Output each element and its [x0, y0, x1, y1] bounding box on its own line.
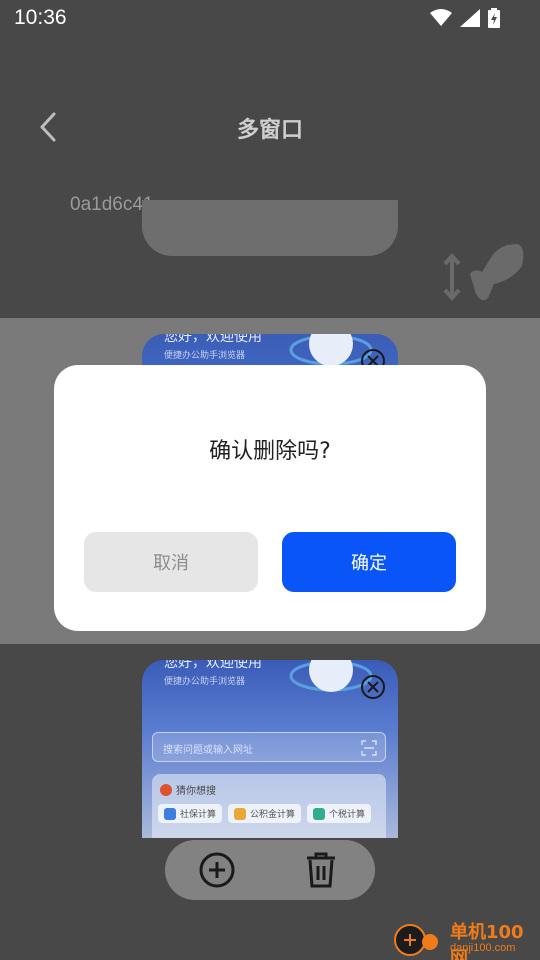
- bottom-toolbar: [165, 840, 375, 900]
- confirm-dialog: 确认删除吗? 取消 确定: [54, 365, 486, 631]
- window-card[interactable]: 您好，欢迎使用 便捷办公助手浏览器 搜索问题或输入网址 猜你想搜 社保计算 公积…: [142, 660, 398, 838]
- add-window-icon[interactable]: [197, 850, 237, 890]
- status-icons: [430, 8, 500, 28]
- chip-social-security: 社保计算: [158, 804, 223, 823]
- watermark: 单机100网 danji100.com: [392, 916, 540, 960]
- status-bar: 10:36: [0, 0, 540, 36]
- watermark-logo-icon: [394, 924, 438, 956]
- watermark-url: danji100.com: [450, 942, 516, 954]
- shield-icon: [164, 807, 176, 820]
- card-subtitle: 便捷办公助手浏览器: [164, 677, 246, 687]
- dialog-message: 确认删除吗?: [209, 439, 331, 464]
- battery-icon: [488, 8, 500, 28]
- swipe-gesture-icon: [443, 244, 524, 302]
- card-search-placeholder: 搜索问题或输入网址: [163, 745, 253, 756]
- scan-icon: [361, 740, 377, 756]
- house-icon: [234, 807, 247, 820]
- chip-label: 个税计算: [329, 810, 366, 820]
- guess-label: 猜你想搜: [176, 786, 216, 797]
- close-window-icon[interactable]: [360, 674, 386, 700]
- guess-heading: 猜你想搜: [160, 782, 216, 797]
- status-time: 10:36: [14, 6, 67, 29]
- card-subtitle: 便捷办公助手浏览器: [164, 351, 246, 361]
- card-suggest-panel: 猜你想搜 社保计算 公积金计算 个税计算: [152, 774, 386, 838]
- card-greeting: 您好，欢迎使用: [164, 660, 262, 671]
- suggest-chips: 社保计算 公积金计算 个税计算: [158, 804, 372, 823]
- confirm-button[interactable]: 确定: [282, 532, 456, 592]
- signal-icon: [460, 9, 480, 27]
- chip-label: 社保计算: [180, 810, 217, 820]
- chip-housing-fund: 公积金计算: [228, 804, 302, 823]
- heart-icon: [160, 783, 172, 796]
- tax-icon: [313, 807, 326, 820]
- chip-label: 公积金计算: [250, 810, 296, 820]
- device-id: 0a1d6c41: [70, 194, 154, 215]
- status-spacer-icon: [502, 10, 503, 11]
- chip-income-tax: 个税计算: [307, 804, 372, 823]
- window-card-stub[interactable]: [142, 200, 398, 256]
- cancel-button[interactable]: 取消: [84, 532, 258, 592]
- card-greeting: 您好，欢迎使用: [164, 334, 262, 345]
- card-search-box: 搜索问题或输入网址: [152, 732, 386, 762]
- page-title: 多窗口: [236, 118, 303, 143]
- trash-icon[interactable]: [303, 850, 339, 890]
- wifi-icon: [430, 9, 452, 26]
